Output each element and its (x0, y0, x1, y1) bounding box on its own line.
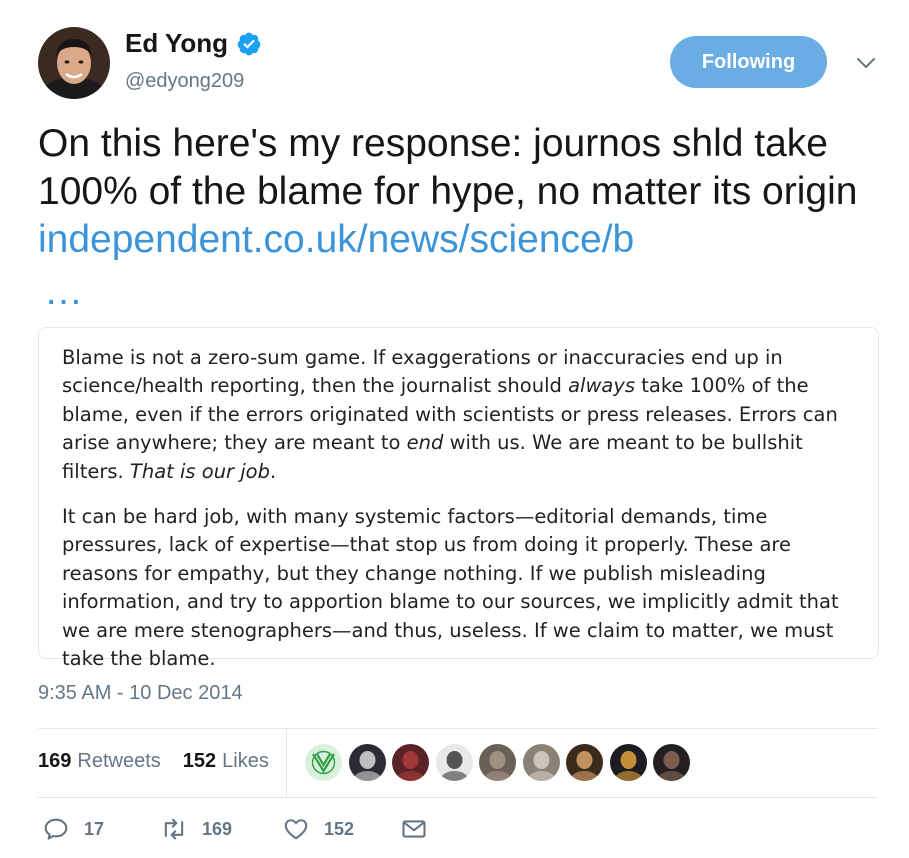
retweet-button[interactable]: 169 (160, 815, 232, 843)
direct-message-button[interactable] (400, 815, 428, 843)
likes-stat[interactable]: 152 Likes (183, 750, 269, 773)
verified-badge-icon (236, 31, 262, 57)
attached-image[interactable]: Blame is not a zero-sum game. If exagger… (38, 327, 879, 670)
tweet-text: On this here's my response: journos shld… (38, 120, 888, 264)
author-avatar[interactable] (38, 27, 110, 99)
image-paragraph-1: Blame is not a zero-sum game. If exagger… (62, 346, 838, 483)
chevron-down-icon[interactable] (855, 52, 877, 74)
envelope-icon (402, 820, 426, 838)
liker-avatar-6[interactable] (522, 744, 560, 781)
liker-avatar-5[interactable] (479, 744, 516, 781)
reply-count: 17 (84, 818, 105, 839)
liker-avatar-2[interactable] (348, 744, 386, 781)
liker-avatar-8[interactable] (609, 744, 647, 781)
tweet-body: On this here's my response: journos shld… (38, 122, 858, 213)
tweet-link[interactable]: independent.co.uk/news/science/b (38, 218, 634, 261)
heart-icon (284, 819, 308, 840)
liker-avatar-4[interactable] (435, 744, 473, 781)
liker-avatar-3[interactable] (392, 744, 429, 781)
liker-avatars (305, 744, 697, 781)
following-button[interactable]: Following (670, 36, 827, 88)
reply-button[interactable]: 17 (42, 815, 104, 843)
reply-icon (44, 818, 68, 840)
stats-divider (286, 729, 287, 797)
retweet-icon (164, 818, 184, 840)
like-button[interactable]: 152 (282, 815, 354, 843)
divider (38, 728, 878, 729)
retweet-count: 169 (202, 818, 233, 839)
liker-avatar-1[interactable] (305, 744, 342, 781)
author-name[interactable]: Ed Yong (125, 28, 228, 59)
author-handle[interactable]: @edyong209 (125, 70, 244, 93)
image-paragraph-2: It can be hard job, with many systemic f… (62, 505, 839, 671)
divider (38, 797, 878, 798)
retweets-stat[interactable]: 169 Retweets (38, 750, 161, 773)
like-count: 152 (324, 818, 355, 839)
liker-avatar-7[interactable] (566, 744, 603, 781)
action-bar: 17 169 152 (38, 815, 458, 849)
tweet-stats: 169 Retweets 152 Likes (38, 750, 269, 773)
liker-avatar-9[interactable] (653, 744, 690, 781)
tweet-link-ellipsis[interactable]: … (44, 270, 85, 314)
tweet-timestamp[interactable]: 9:35 AM - 10 Dec 2014 (38, 682, 243, 705)
